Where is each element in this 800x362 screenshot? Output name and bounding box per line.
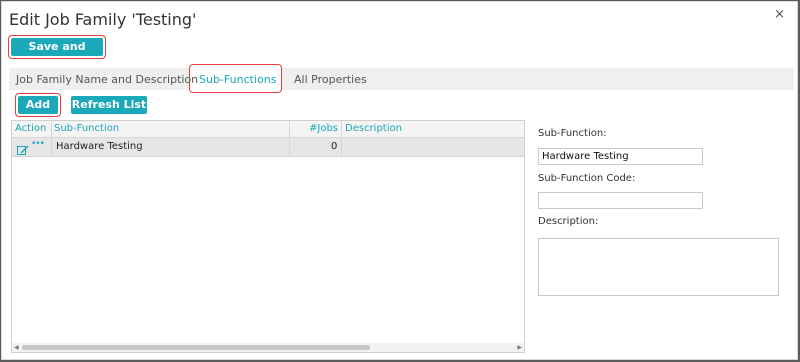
col-description[interactable]: Description [345,123,402,134]
col-divider [341,121,342,156]
subfunctions-grid: Action Sub-Function #Jobs Description ••… [11,120,525,353]
col-jobs[interactable]: #Jobs [309,123,338,134]
row-jobs: 0 [331,141,338,152]
edit-job-family-dialog: Edit Job Family 'Testing' × Save and Clo… [1,1,798,360]
col-action[interactable]: Action [15,123,46,134]
tab-job-family-name[interactable]: Job Family Name and Description [16,73,198,86]
col-divider [51,121,52,156]
sub-function-label: Sub-Function: [538,128,607,139]
refresh-list-button[interactable]: Refresh List [71,96,147,114]
sub-function-code-label: Sub-Function Code: [538,173,636,184]
dialog-title: Edit Job Family 'Testing' [9,10,197,29]
add-button[interactable]: Add [18,96,58,114]
tab-sub-functions[interactable]: Sub-Functions [199,73,276,86]
save-and-close-button[interactable]: Save and Close [11,38,103,71]
description-textarea[interactable] [538,238,779,296]
row-sub-function: Hardware Testing [56,141,143,152]
col-sub-function[interactable]: Sub-Function [54,123,119,134]
scroll-right-icon[interactable]: ▶ [517,343,522,352]
horizontal-scrollbar[interactable]: ◀ ▶ [12,343,524,352]
scrollbar-thumb[interactable] [22,345,370,350]
grid-header: Action Sub-Function #Jobs Description [12,121,524,138]
edit-icon[interactable] [17,141,29,160]
sub-function-code-input[interactable] [538,192,703,209]
table-row[interactable]: ••• Hardware Testing 0 [12,138,524,157]
close-icon[interactable]: × [774,7,785,22]
tab-all-properties[interactable]: All Properties [294,73,367,86]
col-divider [289,121,290,156]
more-icon[interactable]: ••• [31,139,45,149]
scroll-left-icon[interactable]: ◀ [14,343,19,352]
description-label: Description: [538,216,599,227]
sub-function-input[interactable] [538,148,703,165]
